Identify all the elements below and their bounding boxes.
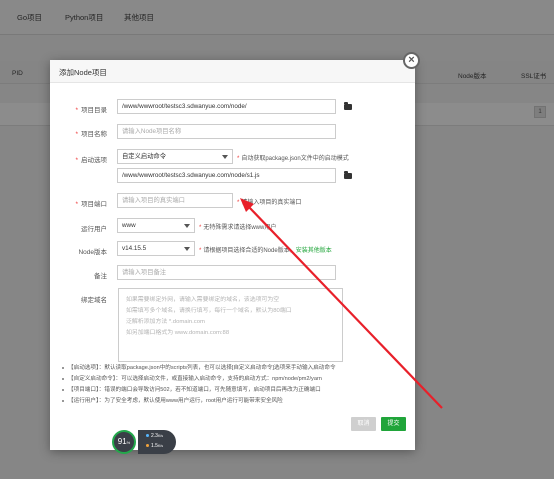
- upload-speed: 2.3K/s: [146, 433, 163, 439]
- download-speed: 1.5K/s: [146, 443, 163, 449]
- cpu-gauge[interactable]: 91%: [112, 430, 136, 454]
- network-speed: 2.3K/s 1.5K/s: [138, 430, 176, 454]
- annotation-arrow: [240, 198, 443, 409]
